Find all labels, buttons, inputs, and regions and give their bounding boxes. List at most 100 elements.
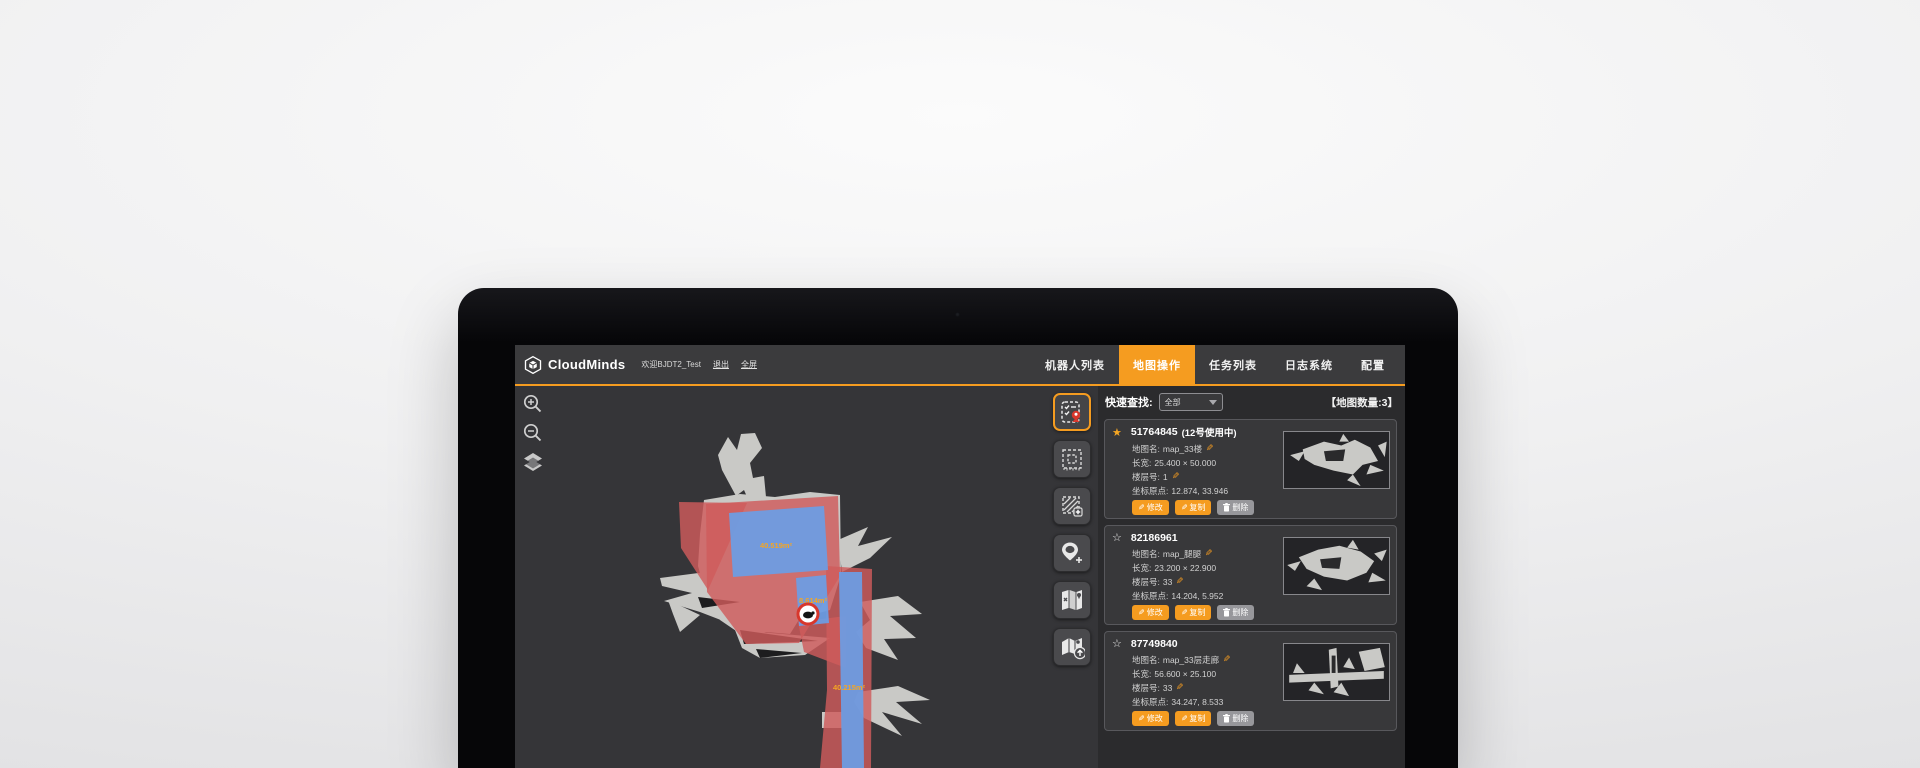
origin-value: 14.204, 5.952: [1171, 591, 1223, 601]
copy-map-button[interactable]: ✎复制: [1175, 500, 1212, 515]
trash-icon: [1223, 503, 1230, 512]
map-name-value: map_腿腿: [1163, 548, 1201, 560]
filter-dropdown[interactable]: 全部: [1159, 393, 1223, 411]
tool-add-point-button[interactable]: [1053, 534, 1091, 572]
layers-icon: [521, 450, 545, 474]
layers-button[interactable]: [521, 450, 545, 474]
origin-value: 34.247, 8.533: [1171, 697, 1223, 707]
add-zone-icon: [1059, 493, 1085, 519]
field-label-floor: 楼层号:: [1132, 576, 1160, 588]
map-size-value: 56.600 × 25.100: [1154, 669, 1216, 679]
field-label-name: 地图名:: [1132, 654, 1160, 666]
map-card[interactable]: ☆ 87749840 地图名: map_33层走廊 ✎ 长宽: 56.600 ×…: [1104, 631, 1397, 731]
floor-map[interactable]: 40.519m² 8.614m² 40.215m²: [515, 386, 1098, 768]
map-list-panel: 快速查找: 全部 【地图数量:3】 ★ 51764845 (12号使用中): [1098, 386, 1405, 768]
map-thumbnail[interactable]: [1283, 643, 1390, 701]
edit-pencil-icon[interactable]: ✎: [1176, 576, 1184, 587]
edit-pencil-icon[interactable]: ✎: [1172, 471, 1180, 482]
delete-map-button[interactable]: 删除: [1217, 711, 1254, 726]
field-label-floor: 楼层号:: [1132, 471, 1160, 483]
pencil-icon: ✎: [1181, 608, 1188, 617]
area-label-corridor: 40.215m²: [833, 683, 866, 692]
brand-name: CloudMinds: [548, 357, 625, 372]
area-label-large-room: 40.519m²: [760, 541, 793, 550]
main-tabs: 机器人列表 地图操作 任务列表 日志系统 配置: [1031, 345, 1399, 384]
logout-link[interactable]: 退出: [713, 359, 729, 370]
tool-map-task-list-button[interactable]: [1053, 393, 1091, 431]
tab-log-system[interactable]: 日志系统: [1271, 345, 1347, 384]
map-thumbnail-image: [1284, 538, 1389, 594]
pencil-icon: ✎: [1138, 608, 1145, 617]
edit-pencil-icon[interactable]: ✎: [1205, 548, 1213, 559]
copy-map-button[interactable]: ✎复制: [1175, 711, 1212, 726]
field-label-size: 长宽:: [1132, 457, 1151, 469]
floor-value: 1: [1163, 472, 1168, 482]
tab-map-operations[interactable]: 地图操作: [1119, 345, 1195, 384]
field-label-floor: 楼层号:: [1132, 682, 1160, 694]
map-canvas[interactable]: 40.519m² 8.614m² 40.215m²: [515, 386, 1098, 768]
tool-add-zone-button[interactable]: [1053, 487, 1091, 525]
tab-robot-list[interactable]: 机器人列表: [1031, 345, 1119, 384]
tool-map-marker-button[interactable]: [1053, 581, 1091, 619]
edit-pencil-icon[interactable]: ✎: [1176, 682, 1184, 693]
origin-value: 12.874, 33.946: [1171, 486, 1228, 496]
tab-task-list[interactable]: 任务列表: [1195, 345, 1271, 384]
robot-position-marker[interactable]: [798, 604, 818, 624]
star-filled-icon[interactable]: ★: [1112, 426, 1122, 439]
map-card[interactable]: ★ 51764845 (12号使用中) 地图名: map_33楼 ✎ 长宽: 2…: [1104, 419, 1397, 519]
tool-upload-map-button[interactable]: [1053, 628, 1091, 666]
map-thumbnail[interactable]: [1283, 537, 1390, 595]
map-task-list-icon: [1059, 399, 1085, 425]
map-thumbnail[interactable]: [1283, 431, 1390, 489]
session-bar: 欢迎BJDT2_Test 退出 全屏: [641, 359, 757, 370]
edit-map-button[interactable]: ✎修改: [1132, 605, 1169, 620]
star-outline-icon[interactable]: ☆: [1112, 531, 1122, 544]
welcome-text: 欢迎BJDT2_Test: [641, 359, 701, 370]
edit-pencil-icon[interactable]: ✎: [1206, 443, 1214, 454]
edit-map-button[interactable]: ✎修改: [1132, 500, 1169, 515]
pencil-icon: ✎: [1138, 503, 1145, 512]
delete-map-button[interactable]: 删除: [1217, 500, 1254, 515]
chevron-down-icon: [1209, 400, 1217, 405]
pencil-icon: ✎: [1181, 714, 1188, 723]
star-outline-icon[interactable]: ☆: [1112, 637, 1122, 650]
top-navbar: CloudMinds 欢迎BJDT2_Test 退出 全屏 机器人列表 地图操作…: [515, 345, 1405, 386]
map-tool-column: [1053, 393, 1091, 666]
cloudminds-logo-icon: [523, 355, 543, 375]
zoom-out-button[interactable]: [521, 421, 545, 445]
field-label-name: 地图名:: [1132, 548, 1160, 560]
field-label-size: 长宽:: [1132, 562, 1151, 574]
zoom-controls: [521, 392, 545, 474]
copy-map-button[interactable]: ✎复制: [1175, 605, 1212, 620]
map-thumbnail-image: [1284, 432, 1389, 488]
quick-find-label: 快速查找:: [1105, 394, 1153, 410]
app-screen: CloudMinds 欢迎BJDT2_Test 退出 全屏 机器人列表 地图操作…: [515, 345, 1405, 768]
floor-value: 33: [1163, 577, 1172, 587]
tab-settings[interactable]: 配置: [1347, 345, 1399, 384]
map-id: 87749840: [1131, 638, 1178, 650]
pencil-icon: ✎: [1181, 503, 1188, 512]
field-label-size: 长宽:: [1132, 668, 1151, 680]
field-label-origin: 坐标原点:: [1132, 485, 1168, 497]
delete-map-button[interactable]: 删除: [1217, 605, 1254, 620]
map-name-value: map_33层走廊: [1163, 654, 1219, 666]
brand[interactable]: CloudMinds: [523, 355, 625, 375]
map-count-badge: 【地图数量:3】: [1326, 395, 1398, 410]
zoom-in-icon: [522, 393, 544, 415]
field-label-origin: 坐标原点:: [1132, 696, 1168, 708]
map-id: 51764845: [1131, 426, 1178, 438]
map-id: 82186961: [1131, 532, 1178, 544]
zoom-out-icon: [522, 422, 544, 444]
field-label-origin: 坐标原点:: [1132, 590, 1168, 602]
fullscreen-link[interactable]: 全屏: [741, 359, 757, 370]
map-card[interactable]: ☆ 82186961 地图名: map_腿腿 ✎ 长宽: 23.200 × 22…: [1104, 525, 1397, 625]
zoom-in-button[interactable]: [521, 392, 545, 416]
tool-measure-region-button[interactable]: [1053, 440, 1091, 478]
content-area: 40.519m² 8.614m² 40.215m²: [515, 386, 1405, 768]
panel-header: 快速查找: 全部 【地图数量:3】: [1104, 392, 1398, 412]
edit-map-button[interactable]: ✎修改: [1132, 711, 1169, 726]
trash-icon: [1223, 714, 1230, 723]
floor-value: 33: [1163, 683, 1172, 693]
pencil-icon: ✎: [1138, 714, 1145, 723]
edit-pencil-icon[interactable]: ✎: [1223, 654, 1231, 665]
